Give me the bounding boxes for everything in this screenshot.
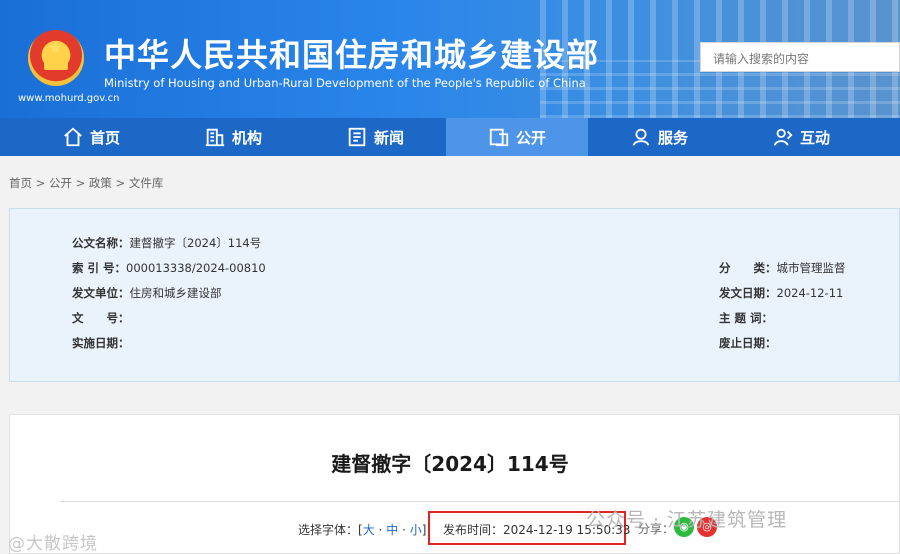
meta-abolish-date: 废止日期： [719,336,777,350]
site-title-cn[interactable]: 中华人民共和国住房和城乡建设部 [104,30,599,76]
meta-issue-date: 发文日期：2024-12-11 [719,286,844,300]
watermark-wechat-account: 公众号 · 江苏建筑管理 [586,509,788,531]
nav-item-news[interactable]: 新闻 [304,118,446,156]
breadcrumb[interactable]: 首页 > 公开 > 政策 > 文件库 [9,175,163,191]
nav-item-label: 公开 [515,128,546,147]
search-input[interactable]: 请输入搜索的内容 [700,42,900,72]
building-icon [204,126,226,148]
meta-issuer: 发文单位：住房和城乡建设部 [72,286,222,300]
font-size-selector: 选择字体：[大 · 中 · 小] [298,523,427,537]
nav-item-service[interactable]: 服务 [588,118,730,156]
meta-category: 分 类：城市管理监督 [719,261,846,275]
meta-effective-date: 实施日期： [72,336,130,350]
font-size-small-link[interactable]: 小 [410,523,422,537]
nav-item-label: 互动 [799,128,830,147]
home-icon [62,126,84,148]
font-size-medium-link[interactable]: 中 [386,523,398,537]
disclosure-icon [488,126,510,148]
nav-item-interaction[interactable]: 互动 [730,118,872,156]
nav-item-home[interactable]: 首页 [20,118,162,156]
meta-doc-number: 文 号： [72,311,130,325]
meta-index-number: 索 引 号：000013338/2024-00810 [72,261,266,275]
news-icon [346,126,368,148]
nav-item-label: 首页 [89,128,120,147]
interaction-icon [772,126,794,148]
nav-item-disclosure[interactable]: 公开 [446,118,588,156]
title-divider [60,501,900,502]
nav-item-label: 新闻 [373,128,404,147]
star-icon: ★ [48,38,63,57]
document-title: 建督撤字〔2024〕114号 [331,452,569,476]
nav-item-organization[interactable]: 机构 [162,118,304,156]
watermark-author: @大散跨境 [8,534,98,554]
site-url: www.mohurd.gov.cn [18,93,120,104]
nav-item-label: 服务 [657,128,688,147]
main-nav: 首页 机构 新闻 公开 服务 互动 [0,118,900,156]
nav-item-label: 机构 [231,128,262,147]
service-icon [630,126,652,148]
gate-icon [44,60,68,70]
national-emblem-icon: ★ [28,30,84,86]
font-size-large-link[interactable]: 大 [363,523,375,537]
meta-subject: 主 题 词： [719,311,774,325]
meta-doc-name: 公文名称：建督撤字〔2024〕114号 [72,236,262,250]
site-title-en: Ministry of Housing and Urban-Rural Deve… [104,76,586,90]
